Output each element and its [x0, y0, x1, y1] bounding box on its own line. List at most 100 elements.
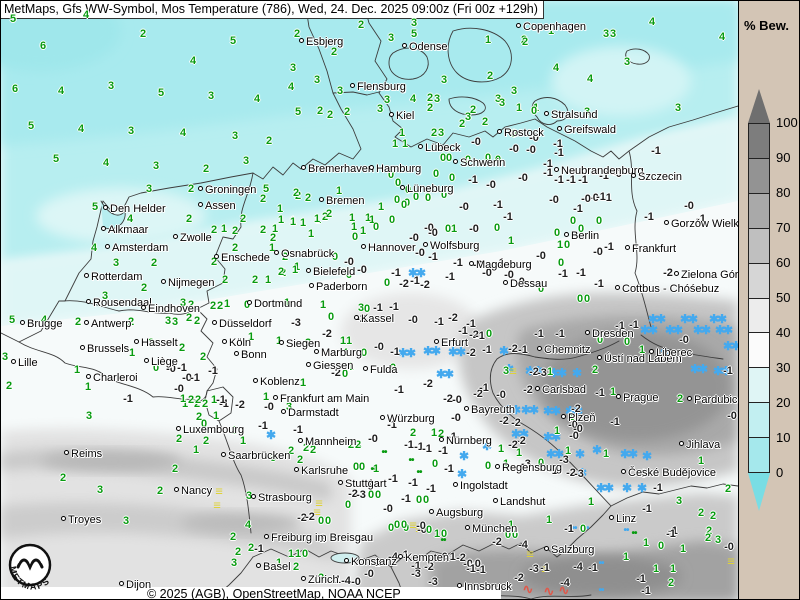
temperature-value: -1	[503, 211, 513, 223]
temperature-value: -0	[357, 264, 367, 276]
city-name: Enschede	[221, 252, 270, 264]
legend-segment	[749, 124, 769, 159]
city-marker-icon	[609, 515, 614, 520]
city-marker-icon	[544, 111, 549, 116]
city-name: Groningen	[205, 184, 256, 196]
legend-segment	[749, 299, 769, 334]
city-label: Frankfurt	[625, 243, 676, 255]
city-marker-icon	[253, 378, 258, 383]
city-label: Nürnberg	[439, 435, 492, 447]
temperature-value: -1	[444, 463, 454, 475]
city-name: Lübeck	[425, 142, 460, 154]
temperature-value: 2	[6, 380, 12, 392]
city-label: Nancy	[174, 485, 212, 497]
city-marker-icon	[439, 437, 444, 442]
city-name: Kassel	[361, 313, 394, 325]
temperature-value: 1	[392, 138, 398, 150]
city-name: Jihlava	[686, 439, 720, 451]
temperature-value: -2	[235, 399, 245, 411]
temperature-value: 3	[2, 351, 8, 363]
city-name: Stuttgart	[345, 478, 387, 490]
temperature-value: -2	[420, 279, 430, 291]
temperature-value: -1	[476, 564, 486, 576]
temperature-value: -1	[468, 174, 478, 186]
city-name: Liège	[151, 356, 178, 368]
city-marker-icon	[198, 186, 203, 191]
temperature-value: 0	[531, 105, 537, 117]
city-marker-icon	[161, 279, 166, 284]
city-name: Düsseldorf	[219, 318, 272, 330]
city-name: Carlsbad	[542, 384, 586, 396]
snow-icon: ✱	[575, 448, 583, 460]
city-label: Magdeburg	[469, 259, 532, 271]
city-label: Chemnitz	[537, 344, 590, 356]
city-label: Darmstadt	[281, 407, 339, 419]
temperature-value: 0	[486, 328, 492, 340]
city-label: Düsseldorf	[212, 318, 272, 330]
copyright-bar: © 2025 (AGB), OpenStreetMap, NOAA NCEP	[1, 587, 501, 600]
legend-segment	[749, 403, 769, 438]
city-name: Copenhagen	[523, 21, 586, 33]
weather-map[interactable]: EsbjergOdenseCopenhagenFlensburgKielLübe…	[1, 1, 738, 600]
city-marker-icon	[294, 467, 299, 472]
snow-icon: ✱✱	[723, 340, 738, 352]
temperature-value: -1	[558, 268, 568, 280]
city-marker-icon	[464, 406, 469, 411]
temperature-value: 1	[554, 425, 560, 437]
city-name: Assen	[205, 200, 236, 212]
city-marker-icon	[535, 386, 540, 391]
temperature-value: 3	[603, 28, 609, 40]
city-marker-icon	[214, 254, 219, 259]
temperature-value: 3	[337, 85, 343, 97]
city-label: Hasselt	[134, 337, 178, 349]
city-name: Eindhoven	[148, 303, 200, 315]
city-label: Augsburg	[429, 507, 483, 519]
city-marker-icon	[247, 300, 252, 305]
city-name: Berlin	[571, 230, 599, 242]
temperature-value: 2	[668, 577, 674, 589]
temperature-value: -0	[679, 334, 689, 346]
temperature-value: 0	[416, 494, 422, 506]
temperature-value: 3	[715, 534, 721, 546]
city-label: Gorzów Wielkopolski	[664, 218, 738, 230]
temperature-value: -1	[254, 543, 264, 555]
temperature-value: 2	[470, 104, 476, 116]
city-label: Salzburg	[544, 544, 594, 556]
temperature-value: 0	[432, 458, 438, 470]
temperature-value: -0	[727, 410, 737, 422]
city-marker-icon	[84, 320, 89, 325]
temperature-value: -1	[540, 562, 550, 574]
temperature-value: 2	[230, 531, 236, 543]
temperature-value: 5	[411, 28, 417, 40]
city-marker-icon	[615, 285, 620, 290]
city-label: Koblenz	[253, 376, 300, 388]
snow-icon: ✱	[637, 482, 645, 494]
city-marker-icon	[212, 320, 217, 325]
temperature-value: 0	[584, 293, 590, 305]
temperature-value: 3	[165, 315, 171, 327]
city-label: Landshut	[493, 496, 545, 508]
temperature-value: 0	[345, 499, 351, 511]
temperature-value: 1	[300, 217, 306, 229]
city-marker-icon	[554, 167, 559, 172]
temperature-value: -2	[492, 536, 502, 548]
city-label: Liberec	[649, 347, 692, 359]
temperature-value: 3	[676, 495, 682, 507]
temperature-value: -1	[493, 199, 503, 211]
city-label: Den Helder	[103, 203, 166, 215]
temperature-value: 2	[172, 463, 178, 475]
temperature-value: 2	[677, 393, 683, 405]
temperature-value: -4	[560, 577, 570, 589]
temperature-value: -1	[466, 563, 476, 575]
city-label: Rostock	[497, 127, 544, 139]
city-name: Bayreuth	[471, 404, 515, 416]
city-marker-icon	[597, 355, 602, 360]
temperature-value: -0	[526, 144, 536, 156]
city-name: České Budějovice	[628, 467, 716, 479]
city-marker-icon	[585, 330, 590, 335]
city-marker-icon	[561, 414, 566, 419]
temperature-value: 0	[384, 277, 390, 289]
temperature-value: 2	[482, 116, 488, 128]
fog-icon: ≡	[727, 555, 735, 568]
city-label: Eindhoven	[141, 303, 200, 315]
